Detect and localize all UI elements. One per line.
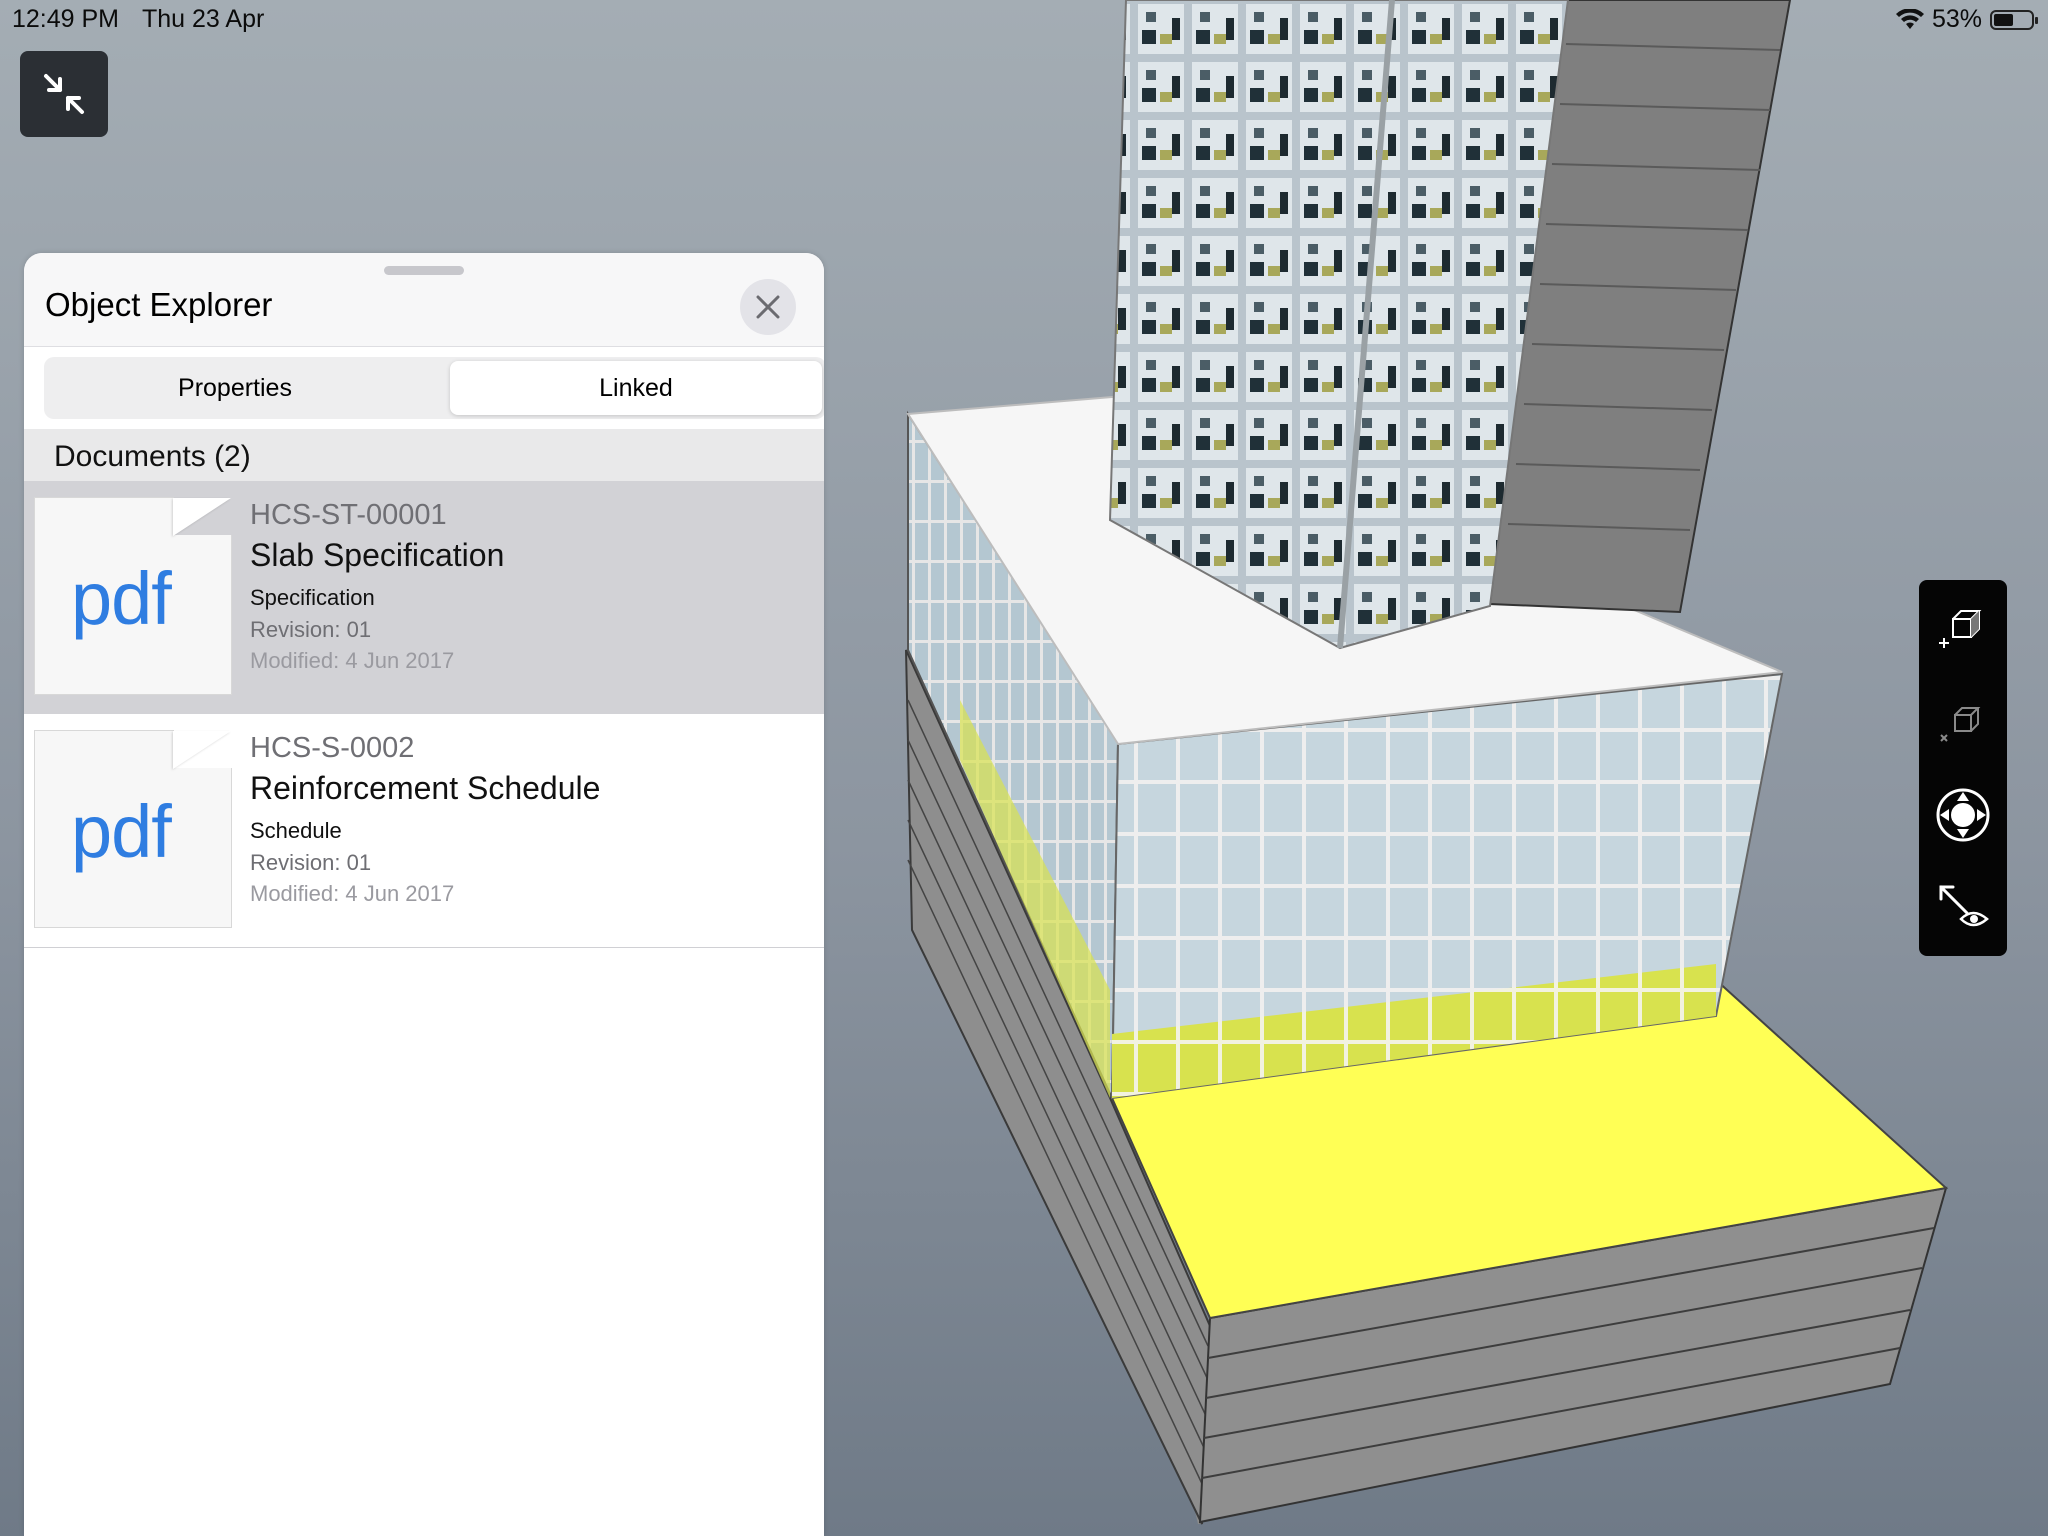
battery-level [1994,13,2014,26]
document-modified: Modified: 4 Jun 2017 [250,881,455,906]
document-code: HCS-ST-00001 [250,499,447,531]
document-revision: Revision: 01 [250,617,372,642]
pdf-label: pdf [71,557,172,640]
document-modified: Modified: 4 Jun 2017 [250,648,455,673]
status-bar: 12:49 PM Thu 23 Apr 53% [0,0,2048,40]
page-fold-flap [173,731,231,769]
page-fold-flap [173,498,231,536]
add-section-box-icon [1939,610,1982,648]
document-code: HCS-S-0002 [250,732,415,764]
tab-switcher: Properties Linked [44,357,824,419]
documents-section-header: Documents (2) [24,429,824,481]
document-type: Specification [250,585,375,610]
document-row[interactable]: pdf HCS-ST-00001 Slab Specification Spec… [24,481,824,714]
battery-percent: 53% [1931,5,1982,33]
tab-properties[interactable]: Properties [48,361,422,415]
document-name: Reinforcement Schedule [250,770,601,806]
look-around-button[interactable] [1919,862,2007,956]
panel-title: Object Explorer [45,286,273,323]
document-row[interactable]: pdf HCS-S-0002 Reinforcement Schedule Sc… [24,714,824,948]
orbit-navigation-button[interactable] [1919,768,2007,862]
status-indicators: 53% [1895,5,2038,34]
look-around-icon [1939,885,1989,927]
status-time: 12:49 PM [12,5,120,33]
close-icon [756,295,780,319]
pdf-label: pdf [71,790,172,873]
wifi-icon [1895,8,1924,29]
pdf-thumbnail: pdf [34,497,232,695]
panel-header: Object Explorer [24,253,824,347]
collapse-arrows-icon [44,74,84,114]
drag-handle[interactable] [384,266,464,275]
pdf-thumbnail: pdf [34,730,232,928]
document-name: Slab Specification [250,537,505,573]
remove-section-box-button[interactable] [1919,674,2007,768]
document-revision: Revision: 01 [250,850,372,875]
collapse-button[interactable] [20,51,108,137]
orbit-navigation-icon [1936,788,1990,842]
documents-title: Documents (2) [54,440,251,473]
document-type: Schedule [250,818,342,843]
view-tools-toolbar [1919,580,2007,956]
status-date: Thu 23 Apr [142,5,265,33]
add-section-box-button[interactable] [1919,580,2007,674]
tab-linked[interactable]: Linked [450,361,822,415]
close-button[interactable] [740,279,796,335]
remove-section-box-icon [1940,707,1981,742]
battery-icon [1990,9,2038,30]
object-explorer-panel: Object Explorer Properties Linked Docume… [24,253,824,1536]
